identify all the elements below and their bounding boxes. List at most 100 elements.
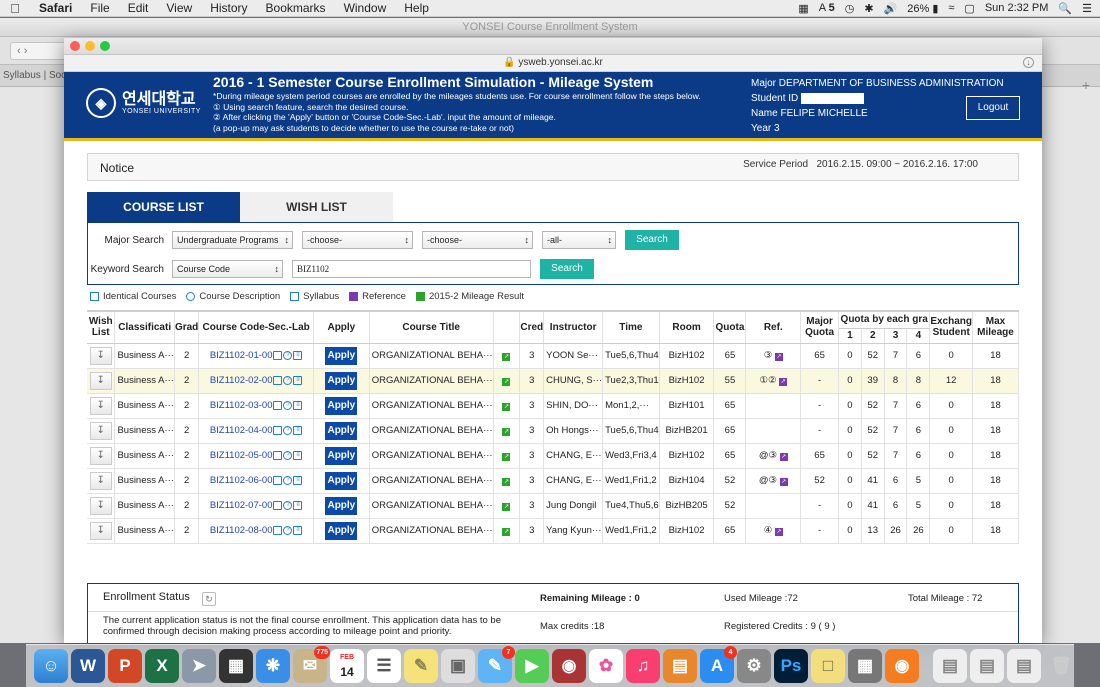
tab-wish-list[interactable]: WISH LIST [240, 192, 393, 222]
firefox-icon[interactable]: ◉ [885, 649, 919, 683]
notes-icon[interactable]: ✎ [404, 649, 438, 683]
apply-button[interactable]: Apply [325, 371, 358, 390]
identical-courses-icon[interactable] [273, 475, 283, 485]
syllabus-icon[interactable]: ≡ [293, 400, 303, 410]
identical-courses-icon[interactable] [273, 500, 283, 510]
add-to-wish-list-icon[interactable]: ↧ [89, 446, 112, 465]
stickies-icon[interactable]: □ [811, 649, 845, 683]
tab-course-list[interactable]: COURSE LIST [87, 192, 240, 222]
photoshop-icon[interactable]: Ps [774, 649, 808, 683]
facetime-icon[interactable]: ▶ [515, 649, 549, 683]
course-code-link[interactable]: BIZ1102-04-00 [210, 425, 273, 436]
identical-courses-icon[interactable] [273, 400, 283, 410]
add-to-wish-list-icon[interactable]: ↧ [89, 371, 112, 390]
add-to-wish-list-icon[interactable]: ↧ [89, 496, 112, 515]
menu-edit[interactable]: Edit [119, 1, 158, 15]
course-code-link[interactable]: BIZ1102-08-00 [210, 525, 273, 536]
itunes-icon[interactable]: ♫ [626, 649, 660, 683]
course-description-icon[interactable]: ? [283, 475, 293, 485]
volume-icon[interactable]: 🔊 [884, 2, 898, 15]
adobe-icon[interactable]: A 5 [819, 2, 835, 14]
identical-courses-icon[interactable] [273, 450, 283, 460]
reference-icon[interactable]: ↗ [779, 478, 788, 486]
launchpad-icon[interactable]: ➤ [182, 649, 216, 683]
bluetooth-icon[interactable]: ✱ [864, 2, 873, 15]
calendar-icon[interactable]: FEB 14 [330, 649, 364, 683]
program-select[interactable]: Undergraduate Programs [172, 231, 293, 249]
course-code-link[interactable]: BIZ1102-01-00 [210, 350, 273, 361]
syllabus-icon[interactable]: ≡ [293, 450, 303, 460]
mileage-result-icon[interactable]: ↗ [502, 403, 511, 411]
messages-icon[interactable]: ✎ 7 [478, 646, 515, 683]
menu-file[interactable]: File [81, 1, 118, 15]
course-description-icon[interactable]: ? [283, 400, 293, 410]
course-description-icon[interactable]: ? [283, 450, 293, 460]
safari-icon[interactable]: ❋ [256, 649, 290, 683]
mission-control-icon[interactable]: ▦ [219, 649, 253, 683]
mileage-result-icon[interactable]: ↗ [502, 428, 511, 436]
department-select[interactable]: -choose- [422, 231, 533, 249]
add-to-wish-list-icon[interactable]: ↧ [89, 396, 112, 415]
apply-button[interactable]: Apply [325, 471, 358, 490]
mileage-result-icon[interactable]: ↗ [502, 353, 511, 361]
mail-icon[interactable]: ✉ 775 [293, 646, 330, 683]
course-description-icon[interactable]: ? [283, 525, 293, 535]
document-stack-icon[interactable]: ▤ [933, 649, 967, 683]
powerpoint-icon[interactable]: P [108, 649, 142, 683]
download-progress-icon[interactable]: ↓ [1023, 57, 1034, 68]
battery-status[interactable]: 26% ▮ [907, 2, 938, 15]
spotlight-icon[interactable]: 🔍 [1058, 2, 1072, 15]
trash-icon[interactable]: 🗑 [1044, 649, 1078, 683]
calculator-icon[interactable]: ▦ [848, 649, 882, 683]
reference-icon[interactable]: ↗ [779, 378, 788, 386]
mileage-result-icon[interactable]: ↗ [502, 453, 511, 461]
syllabus-icon[interactable]: ≡ [293, 525, 303, 535]
menu-bookmarks[interactable]: Bookmarks [257, 1, 335, 15]
keyword-search-button[interactable]: Search [540, 259, 594, 279]
course-code-link[interactable]: BIZ1102-05-00 [210, 450, 273, 461]
course-code-link[interactable]: BIZ1102-02-00 [210, 375, 273, 386]
add-to-wish-list-icon[interactable]: ↧ [89, 521, 112, 540]
app-store-icon[interactable]: A4 [700, 646, 737, 683]
menu-help[interactable]: Help [395, 1, 438, 15]
word-icon[interactable]: W [71, 649, 105, 683]
photos-icon[interactable]: ✿ [589, 649, 623, 683]
reference-icon[interactable]: ↗ [774, 528, 783, 536]
course-code-link[interactable]: BIZ1102-07-00 [210, 500, 273, 511]
minimize-window-icon[interactable] [85, 41, 95, 51]
clock[interactable]: Sun 2:32 PM [985, 2, 1049, 14]
identical-courses-icon[interactable] [273, 375, 283, 385]
mileage-result-icon[interactable]: ↗ [502, 528, 511, 536]
system-preferences-icon[interactable]: ⚙ [737, 649, 771, 683]
college-select[interactable]: -choose- [302, 231, 413, 249]
identical-courses-icon[interactable] [273, 425, 283, 435]
screenshot-stack-icon[interactable]: ▤ [1007, 649, 1041, 683]
course-description-icon[interactable]: ? [283, 500, 293, 510]
course-description-icon[interactable]: ? [283, 375, 293, 385]
course-description-icon[interactable]: ? [283, 350, 293, 360]
apply-button[interactable]: Apply [325, 521, 358, 540]
time-machine-icon[interactable]: ◷ [845, 2, 855, 15]
preview-icon[interactable]: ▣ [441, 649, 475, 683]
identical-courses-icon[interactable] [273, 525, 283, 535]
zoom-window-icon[interactable] [100, 41, 110, 51]
syllabus-icon[interactable]: ≡ [293, 375, 303, 385]
syllabus-icon[interactable]: ≡ [293, 350, 303, 360]
identical-courses-icon[interactable] [273, 350, 283, 360]
ibooks-icon[interactable]: ▤ [663, 649, 697, 683]
apply-button[interactable]: Apply [325, 346, 358, 365]
syllabus-icon[interactable]: ≡ [293, 500, 303, 510]
notice-title[interactable]: Notice [100, 161, 134, 175]
notification-center-icon[interactable]: ☰ [1082, 2, 1092, 15]
apply-button[interactable]: Apply [325, 396, 358, 415]
excel-icon[interactable]: X [145, 649, 179, 683]
menu-window[interactable]: Window [335, 1, 396, 15]
grade-select[interactable]: -all- [542, 231, 616, 249]
mileage-result-icon[interactable]: ↗ [502, 378, 511, 386]
downloads-stack-icon[interactable]: ▤ [970, 649, 1004, 683]
syllabus-icon[interactable]: ≡ [293, 475, 303, 485]
menu-app-safari[interactable]: Safari [30, 1, 81, 15]
input-menu-icon[interactable]: ▢ [964, 2, 974, 15]
mileage-result-icon[interactable]: ↗ [502, 503, 511, 511]
reference-icon[interactable]: ↗ [779, 453, 788, 461]
